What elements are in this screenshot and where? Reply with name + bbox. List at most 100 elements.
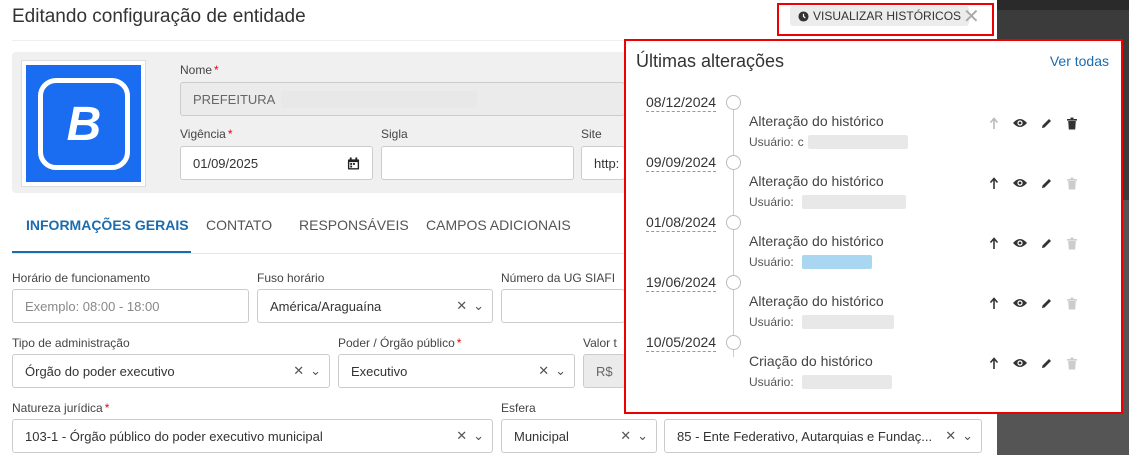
timeline-date: 10/05/2024 xyxy=(646,334,717,352)
tipo-adm-select[interactable]: Órgão do poder executivo ✕ ⌄ xyxy=(12,354,330,388)
redacted-text xyxy=(281,90,478,108)
edit-icon[interactable] xyxy=(1038,235,1054,251)
poder-select[interactable]: Executivo ✕ ⌄ xyxy=(338,354,575,388)
redacted-text xyxy=(807,135,908,149)
vigencia-label: Vigência * xyxy=(180,127,233,141)
delete-icon[interactable] xyxy=(1064,175,1080,191)
logo-b-icon: B xyxy=(38,78,130,170)
timeline-item-title: Alteração do histórico xyxy=(749,233,884,249)
sigla-input[interactable] xyxy=(381,146,574,180)
timeline-item-actions xyxy=(986,355,1080,371)
history-title: Últimas alterações xyxy=(636,51,785,71)
restore-icon[interactable] xyxy=(986,355,1002,371)
timeline-date: 01/08/2024 xyxy=(646,214,717,232)
delete-icon[interactable] xyxy=(1064,295,1080,311)
horario-input[interactable]: Exemplo: 08:00 - 18:00 xyxy=(12,289,249,323)
ug-label: Número da UG SIAFI xyxy=(501,271,616,285)
tab-contato[interactable]: CONTATO xyxy=(206,217,272,233)
chevron-down-icon[interactable]: ⌄ xyxy=(637,428,648,444)
highlight-box-history-button xyxy=(777,3,994,36)
valor-input[interactable]: R$ xyxy=(583,354,625,388)
view-icon[interactable] xyxy=(1012,115,1028,131)
clear-icon[interactable]: ✕ xyxy=(538,363,549,379)
restore-icon[interactable] xyxy=(986,295,1002,311)
site-input[interactable]: http: xyxy=(581,146,625,180)
chevron-down-icon[interactable]: ⌄ xyxy=(473,428,484,444)
chevron-down-icon[interactable]: ⌄ xyxy=(310,363,321,379)
timeline-item-user: Usuário: c xyxy=(749,135,908,149)
view-icon[interactable] xyxy=(1012,295,1028,311)
delete-icon[interactable] xyxy=(1064,235,1080,251)
timeline-item-title: Alteração do histórico xyxy=(749,113,884,129)
timeline-item-actions xyxy=(986,175,1080,191)
delete-icon[interactable] xyxy=(1064,115,1080,131)
chevron-down-icon[interactable]: ⌄ xyxy=(473,298,484,314)
edit-icon[interactable] xyxy=(1038,175,1054,191)
restore-icon[interactable] xyxy=(986,235,1002,251)
nome-input[interactable]: PREFEITURA xyxy=(180,82,625,116)
entity-config-modal: Editando configuração de entidade VISUAL… xyxy=(0,0,1123,455)
redacted-text xyxy=(801,195,906,209)
timeline-dot xyxy=(726,95,741,110)
user-label: Usuário: xyxy=(749,315,794,329)
clear-icon[interactable]: ✕ xyxy=(456,428,467,444)
timeline-item-actions xyxy=(986,115,1080,131)
chevron-down-icon[interactable]: ⌄ xyxy=(962,428,973,444)
tab-informacoes-gerais[interactable]: INFORMAÇÕES GERAIS xyxy=(26,217,189,233)
edit-icon[interactable] xyxy=(1038,115,1054,131)
timeline-item-user: Usuário: xyxy=(749,255,872,269)
restore-icon[interactable] xyxy=(986,175,1002,191)
timeline-item-actions xyxy=(986,295,1080,311)
view-icon[interactable] xyxy=(1012,175,1028,191)
timeline-dot xyxy=(726,335,741,350)
user-label: Usuário: xyxy=(749,195,794,209)
delete-icon[interactable] xyxy=(1064,355,1080,371)
modal-header: Editando configuração de entidade xyxy=(12,6,306,32)
clear-icon[interactable]: ✕ xyxy=(945,428,956,444)
user-label: Usuário: xyxy=(749,135,794,149)
tab-campos-adicionais[interactable]: CAMPOS ADICIONAIS xyxy=(426,217,571,233)
user-value: c xyxy=(797,135,804,149)
poder-label: Poder / Órgão público * xyxy=(338,336,462,350)
history-popup: Últimas alterações Ver todas 08/12/2024 A… xyxy=(624,39,1123,414)
vigencia-input[interactable]: 01/09/2025 xyxy=(180,146,335,180)
horario-label: Horário de funcionamento xyxy=(12,271,151,285)
ug-input[interactable] xyxy=(501,289,625,323)
timeline-dot xyxy=(726,275,741,290)
clear-icon[interactable]: ✕ xyxy=(456,298,467,314)
redacted-text xyxy=(801,315,894,329)
edit-icon[interactable] xyxy=(1038,355,1054,371)
timeline-date: 09/09/2024 xyxy=(646,154,717,172)
chevron-down-icon[interactable]: ⌄ xyxy=(555,363,566,379)
calendar-icon xyxy=(347,156,359,170)
clear-icon[interactable]: ✕ xyxy=(293,363,304,379)
timeline-item-title: Alteração do histórico xyxy=(749,173,884,189)
tab-responsaveis[interactable]: RESPONSÁVEIS xyxy=(299,217,409,233)
view-icon[interactable] xyxy=(1012,235,1028,251)
fuso-select[interactable]: América/Araguaína ✕ ⌄ xyxy=(257,289,493,323)
restore-icon[interactable] xyxy=(986,115,1002,131)
site-label: Site xyxy=(581,127,602,141)
fuso-label: Fuso horário xyxy=(257,271,325,285)
clear-icon[interactable]: ✕ xyxy=(620,428,631,444)
calendar-button[interactable] xyxy=(334,146,373,180)
entity-logo[interactable]: B xyxy=(21,60,146,187)
timeline-item-actions xyxy=(986,235,1080,251)
timeline-item-user: Usuário: xyxy=(749,315,894,329)
natureza-label: Natureza jurídica * xyxy=(12,401,110,415)
active-tab-indicator xyxy=(12,251,191,253)
ente-select[interactable]: 85 - Ente Federativo, Autarquias e Funda… xyxy=(664,419,982,453)
ver-todas-link[interactable]: Ver todas xyxy=(1050,53,1109,69)
redacted-text xyxy=(801,375,892,389)
timeline-date: 19/06/2024 xyxy=(646,274,717,292)
valor-label: Valor t xyxy=(583,336,617,350)
natureza-select[interactable]: 103-1 - Órgão público do poder executivo… xyxy=(12,419,493,453)
user-label: Usuário: xyxy=(749,255,794,269)
tipo-adm-label: Tipo de administração xyxy=(12,336,130,350)
timeline-dot xyxy=(726,215,741,230)
view-icon[interactable] xyxy=(1012,355,1028,371)
esfera-select[interactable]: Municipal ✕ ⌄ xyxy=(501,419,657,453)
timeline-item-user: Usuário: xyxy=(749,375,892,389)
nome-label: Nome * xyxy=(180,63,219,77)
edit-icon[interactable] xyxy=(1038,295,1054,311)
